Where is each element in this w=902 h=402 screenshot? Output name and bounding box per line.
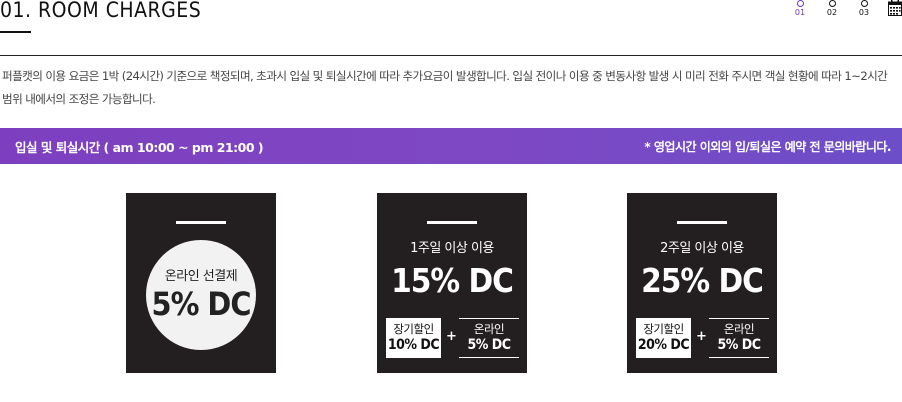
card-discount: 15% DC bbox=[391, 261, 514, 300]
box-value: 5% DC bbox=[717, 337, 761, 353]
step-navigation: 01 02 03 bbox=[784, 0, 902, 22]
box-value: 5% DC bbox=[467, 337, 511, 353]
card-subtitle: 2주일 이상 이용 bbox=[660, 241, 744, 256]
discount-circle: 온라인 선결제 5% DC bbox=[146, 240, 256, 350]
plus-sign: + bbox=[446, 329, 457, 344]
description-text: 퍼플캣의 이용 요금은 1박 (24시간) 기준으로 책정되며, 초과시 입실 … bbox=[2, 69, 888, 106]
step-label: 02 bbox=[826, 8, 838, 17]
step-dot-icon bbox=[796, 0, 804, 7]
plus-sign: + bbox=[696, 329, 707, 344]
discount-card-2week: 2주일 이상 이용 25% DC 장기할인 20% DC + 온라인 5% DC bbox=[627, 193, 777, 373]
discount-card-1week: 1주일 이상 이용 15% DC 장기할인 10% DC + 온라인 5% DC bbox=[377, 193, 527, 373]
long-term-discount-box: 장기할인 20% DC bbox=[636, 318, 691, 358]
discount-card-online: 온라인 선결제 5% DC bbox=[126, 193, 276, 373]
step-02-tab[interactable]: 02 bbox=[816, 0, 848, 17]
long-term-discount-box: 장기할인 10% DC bbox=[386, 318, 441, 358]
step-label: 01 bbox=[794, 8, 806, 17]
step-dot-icon bbox=[860, 0, 868, 7]
calendar-icon[interactable] bbox=[888, 0, 902, 16]
step-01-tab[interactable]: 01 bbox=[784, 0, 816, 17]
step-label: 03 bbox=[858, 8, 870, 17]
title-underline bbox=[0, 31, 31, 33]
card-accent-line bbox=[427, 221, 477, 224]
card-subtitle: 온라인 선결제 bbox=[164, 269, 238, 284]
box-value: 10% DC bbox=[387, 337, 440, 353]
hours-note: * 영업시간 이외의 입/퇴실은 예약 전 문의바랍니다. bbox=[644, 140, 891, 154]
hours-text: 입실 및 퇴실시간 ( am 10:00 ~ pm 21:00 ) bbox=[15, 140, 264, 155]
card-discount: 25% DC bbox=[641, 261, 764, 300]
hours-banner: 입실 및 퇴실시간 ( am 10:00 ~ pm 21:00 ) * 영업시간… bbox=[0, 128, 902, 164]
page-title: 01. ROOM CHARGES bbox=[0, 0, 202, 22]
header-divider bbox=[0, 55, 902, 56]
step-dot-icon bbox=[828, 0, 836, 7]
box-value: 20% DC bbox=[637, 337, 690, 353]
box-label: 장기할인 bbox=[393, 322, 434, 336]
card-discount: 5% DC bbox=[151, 285, 252, 323]
step-03-tab[interactable]: 03 bbox=[848, 0, 880, 17]
box-label: 장기할인 bbox=[643, 322, 684, 336]
card-accent-line bbox=[677, 221, 727, 224]
online-discount-box: 온라인 5% DC bbox=[459, 318, 519, 358]
online-discount-box: 온라인 5% DC bbox=[709, 318, 769, 358]
box-label: 온라인 bbox=[723, 322, 755, 336]
box-label: 온라인 bbox=[473, 322, 505, 336]
card-accent-line bbox=[176, 221, 226, 224]
card-subtitle: 1주일 이상 이용 bbox=[410, 241, 494, 256]
